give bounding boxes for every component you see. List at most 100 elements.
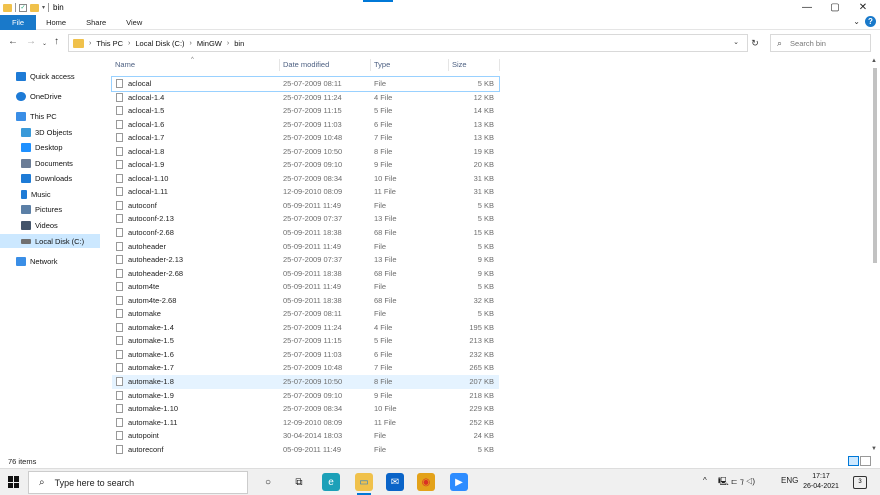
file-row[interactable]: autoheader-2.68 05-09-2011 18:38 68 File 9 … bbox=[112, 267, 499, 281]
sidebar-item-documents[interactable]: Documents bbox=[0, 156, 100, 170]
sidebar-item-local-disk[interactable]: Local Disk (C:) bbox=[0, 234, 100, 248]
file-row[interactable]: automake 25-07-2009 08:11 File 5 KB bbox=[112, 307, 499, 321]
file-row[interactable]: automake-1.7 25-07-2009 10:48 7 File 265 KB bbox=[112, 361, 499, 375]
chevron-right-icon[interactable]: › bbox=[227, 40, 229, 47]
file-explorer-icon[interactable]: ▭ bbox=[355, 473, 373, 495]
sidebar-item-quick-access[interactable]: Quick access bbox=[0, 69, 100, 83]
address-bar[interactable]: › This PC › Local Disk (C:) › MinGW › bi… bbox=[68, 34, 748, 52]
file-size: 12 KB bbox=[473, 92, 494, 102]
properties-icon[interactable]: ✓ bbox=[19, 3, 27, 12]
tab-share[interactable]: Share bbox=[76, 15, 116, 30]
minimize-button[interactable]: — bbox=[792, 0, 822, 15]
zoom-icon[interactable]: ▶ bbox=[450, 473, 468, 491]
column-header-type[interactable]: Type bbox=[374, 60, 390, 72]
sidebar-item-network[interactable]: Network bbox=[0, 254, 100, 268]
file-row[interactable]: autoreconf 05-09-2011 11:49 File 5 KB bbox=[112, 443, 499, 457]
sidebar-item-downloads[interactable]: Downloads bbox=[0, 171, 100, 185]
expand-ribbon-icon[interactable]: ⌄ bbox=[853, 17, 860, 26]
breadcrumb-mingw[interactable]: MinGW bbox=[197, 39, 222, 48]
file-row[interactable]: autoconf 05-09-2011 11:49 File 5 KB bbox=[112, 199, 499, 213]
file-icon bbox=[116, 282, 123, 292]
file-row[interactable]: automake-1.9 25-07-2009 09:10 9 File 218 KB bbox=[112, 389, 499, 403]
scroll-down-icon[interactable]: ▼ bbox=[871, 446, 877, 452]
tab-file[interactable]: File bbox=[0, 14, 37, 30]
chrome-icon[interactable]: ◉ bbox=[417, 473, 435, 491]
file-type: 5 File bbox=[374, 106, 393, 116]
sidebar-item-pictures[interactable]: Pictures bbox=[0, 202, 100, 216]
sidebar-item-desktop[interactable]: Desktop bbox=[0, 140, 100, 154]
breadcrumb-this-pc[interactable]: This PC bbox=[96, 39, 123, 48]
file-row[interactable]: automake-1.6 25-07-2009 11:03 6 File 232 KB bbox=[112, 348, 499, 362]
column-header-size[interactable]: Size bbox=[452, 60, 467, 72]
forward-arrow-icon[interactable]: → bbox=[26, 36, 36, 47]
file-row[interactable]: aclocal-1.10 25-07-2009 08:34 10 File 31 KB bbox=[112, 172, 499, 186]
tab-view[interactable]: View bbox=[116, 15, 152, 30]
customize-toolbar-icon[interactable]: ▾ bbox=[42, 4, 45, 11]
column-header-date-modified[interactable]: Date modified bbox=[283, 60, 329, 72]
new-folder-icon[interactable] bbox=[30, 3, 39, 12]
task-view-icon[interactable]: ⧉ bbox=[290, 473, 308, 491]
chevron-right-icon[interactable]: › bbox=[89, 40, 91, 47]
tray-status-icons[interactable]: 🖳 ⊏ ⁊ ◁) bbox=[718, 476, 755, 490]
file-row[interactable]: automake-1.10 25-07-2009 08:34 10 File 229 … bbox=[112, 402, 499, 416]
file-row[interactable]: autoheader-2.13 25-07-2009 07:37 13 File 9 … bbox=[112, 253, 499, 267]
column-divider[interactable] bbox=[370, 59, 371, 71]
chevron-right-icon[interactable]: › bbox=[128, 40, 130, 47]
maximize-button[interactable]: ▢ bbox=[820, 0, 850, 15]
vertical-scrollbar[interactable]: ▲ ▼ bbox=[870, 56, 880, 456]
file-row[interactable]: autopoint 30-04-2014 18:03 File 24 KB bbox=[112, 429, 499, 443]
sidebar-item-3d-objects[interactable]: 3D Objects bbox=[0, 125, 100, 139]
details-view-icon[interactable] bbox=[848, 456, 859, 466]
column-divider[interactable] bbox=[279, 59, 280, 71]
file-row[interactable]: automake-1.5 25-07-2009 11:15 5 File 213 KB bbox=[112, 334, 499, 348]
chevron-down-icon[interactable]: ⌄ bbox=[733, 38, 739, 46]
column-divider[interactable] bbox=[448, 59, 449, 71]
search-icon: ⌕ bbox=[39, 477, 45, 488]
back-arrow-icon[interactable]: ← bbox=[8, 36, 18, 47]
file-row[interactable]: aclocal-1.7 25-07-2009 10:48 7 File 13 KB bbox=[112, 131, 499, 145]
file-row[interactable]: aclocal-1.9 25-07-2009 09:10 9 File 20 KB bbox=[112, 158, 499, 172]
tray-overflow-icon[interactable]: ^ bbox=[703, 476, 707, 485]
breadcrumb-local-disk[interactable]: Local Disk (C:) bbox=[135, 39, 184, 48]
column-header-name[interactable]: Name bbox=[115, 60, 135, 72]
taskbar-search-input[interactable]: ⌕ Type here to search bbox=[28, 471, 248, 494]
scroll-up-icon[interactable]: ▲ bbox=[871, 58, 877, 64]
refresh-icon[interactable]: ↻ bbox=[746, 34, 764, 52]
edge-icon[interactable]: e bbox=[322, 473, 340, 491]
file-row[interactable]: aclocal-1.6 25-07-2009 11:03 6 File 13 KB bbox=[112, 118, 499, 132]
file-row[interactable]: automake-1.11 12-09-2010 08:09 11 File 252 … bbox=[112, 416, 499, 430]
file-row[interactable]: aclocal-1.4 25-07-2009 11:24 4 File 12 KB bbox=[112, 91, 499, 105]
file-row[interactable]: autom4te 05-09-2011 11:49 File 5 KB bbox=[112, 280, 499, 294]
scrollbar-thumb[interactable] bbox=[873, 68, 877, 263]
sidebar-item-videos[interactable]: Videos bbox=[0, 218, 100, 232]
file-row[interactable]: autoconf-2.68 05-09-2011 18:38 68 File 15 K… bbox=[112, 226, 499, 240]
notification-icon[interactable]: 3 bbox=[853, 476, 867, 489]
search-input[interactable]: ⌕ Search bin bbox=[770, 34, 871, 52]
taskbar-clock[interactable]: 17:17 26-04-2021 bbox=[800, 472, 842, 492]
file-row[interactable]: aclocal-1.5 25-07-2009 11:15 5 File 14 KB bbox=[112, 104, 499, 118]
sidebar-item-this-pc[interactable]: This PC bbox=[0, 109, 100, 123]
file-row[interactable]: aclocal-1.11 12-09-2010 08:09 11 File 31 KB bbox=[112, 185, 499, 199]
file-row[interactable]: automake-1.4 25-07-2009 11:24 4 File 195 KB bbox=[112, 321, 499, 335]
tab-home[interactable]: Home bbox=[36, 15, 76, 30]
language-indicator[interactable]: ENG bbox=[781, 476, 798, 485]
recent-locations-icon[interactable]: ⌄ bbox=[42, 40, 47, 47]
chevron-right-icon[interactable]: › bbox=[190, 40, 192, 47]
large-icons-view-icon[interactable] bbox=[860, 456, 871, 466]
close-button[interactable]: ✕ bbox=[848, 0, 878, 15]
file-row[interactable]: autoheader 05-09-2011 11:49 File 5 KB bbox=[112, 240, 499, 254]
sidebar-item-onedrive[interactable]: OneDrive bbox=[0, 89, 100, 103]
mail-icon[interactable]: ✉ bbox=[386, 473, 404, 491]
file-row[interactable]: automake-1.8 25-07-2009 10:50 8 File 207 KB bbox=[112, 375, 499, 389]
file-row[interactable]: aclocal-1.8 25-07-2009 10:50 8 File 19 KB bbox=[112, 145, 499, 159]
breadcrumb-bin[interactable]: bin bbox=[234, 39, 244, 48]
cortana-icon[interactable]: ○ bbox=[259, 473, 277, 491]
help-icon[interactable]: ? bbox=[865, 16, 876, 27]
file-row[interactable]: autoconf-2.13 25-07-2009 07:37 13 File 5 KB bbox=[112, 212, 499, 226]
file-row[interactable]: autom4te-2.68 05-09-2011 18:38 68 File 32 K… bbox=[112, 294, 499, 308]
column-divider[interactable] bbox=[499, 59, 500, 71]
up-arrow-icon[interactable]: ↑ bbox=[54, 36, 59, 47]
file-row[interactable]: aclocal 25-07-2009 08:11 File 5 KB bbox=[111, 76, 500, 92]
sidebar-item-music[interactable]: Music bbox=[0, 187, 100, 201]
windows-start-icon[interactable] bbox=[8, 476, 20, 488]
